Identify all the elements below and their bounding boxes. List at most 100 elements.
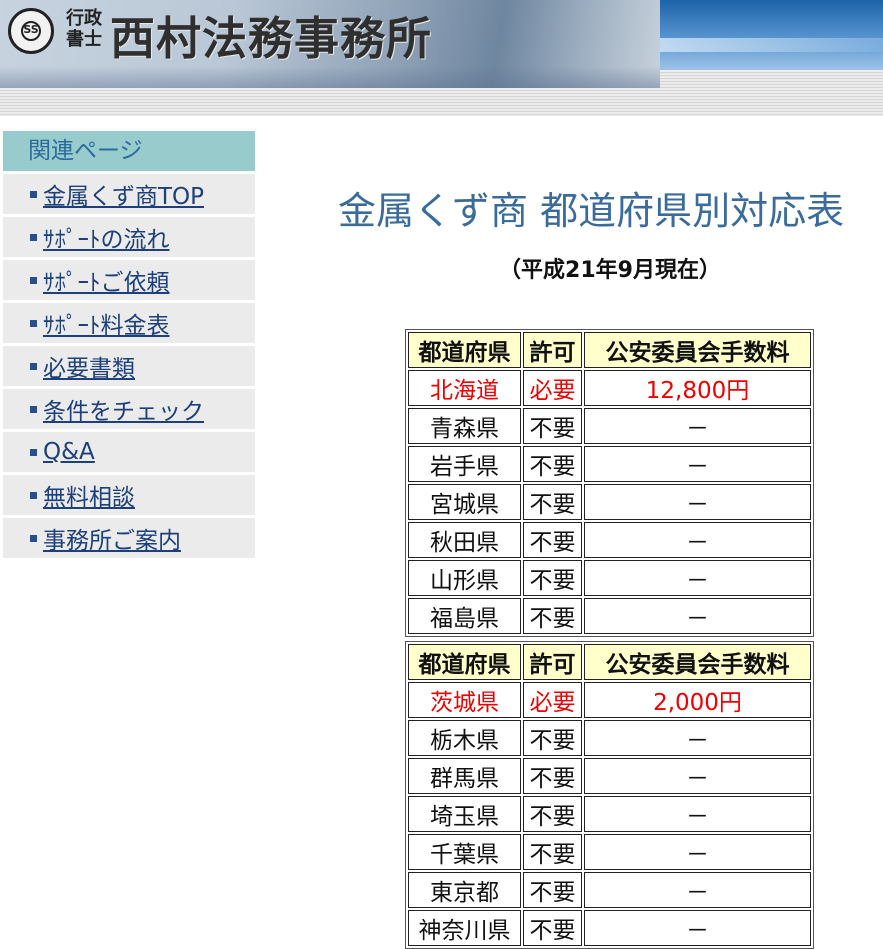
cell-permit: 不要 [523, 598, 582, 634]
table-header-row: 都道府県 許可 公安委員会手数料 [408, 332, 811, 368]
square-bullet-icon [30, 448, 37, 456]
table-header-row: 都道府県 許可 公安委員会手数料 [408, 644, 811, 680]
table-row: 神奈川県 不要 － [408, 910, 811, 946]
cell-fee: － [584, 796, 811, 832]
cell-prefecture: 宮城県 [408, 484, 521, 520]
as-of-date: （平成21年9月現在） [499, 258, 721, 283]
table-row: 千葉県 不要 － [408, 834, 811, 870]
cell-permit: 不要 [523, 720, 582, 756]
cell-prefecture: 秋田県 [408, 522, 521, 558]
table-row: 岩手県 不要 － [408, 446, 811, 482]
sidebar-item-support-fees[interactable]: ｻﾎﾟｰﾄ料金表 [3, 303, 255, 343]
header-banner: SS 行政 書士 西村法務事務所 [0, 0, 660, 88]
sidebar-link-required-documents[interactable]: 必要書類 [43, 349, 135, 383]
cell-fee: － [584, 910, 811, 946]
gyoseishoshi-label: 行政 書士 [66, 8, 102, 50]
cell-prefecture: 福島県 [408, 598, 521, 634]
cell-permit: 不要 [523, 408, 582, 444]
cell-prefecture: 栃木県 [408, 720, 521, 756]
cell-permit: 不要 [523, 758, 582, 794]
table-row: 青森県 不要 － [408, 408, 811, 444]
sidebar-item-support-request[interactable]: ｻﾎﾟｰﾄご依頼 [3, 260, 255, 300]
cell-prefecture: 茨城県 [408, 682, 521, 718]
cell-prefecture: 岩手県 [408, 446, 521, 482]
site-header: SS 行政 書士 西村法務事務所 [0, 0, 883, 116]
cell-permit: 不要 [523, 522, 582, 558]
sidebar-link-faq[interactable]: Q&A [43, 439, 95, 465]
seal-text: SS [23, 23, 39, 36]
cell-permit: 不要 [523, 872, 582, 908]
table-row: 秋田県 不要 － [408, 522, 811, 558]
cell-permit: 不要 [523, 910, 582, 946]
sidebar-item-metal-top[interactable]: 金属くず商TOP [3, 174, 255, 214]
square-bullet-icon [30, 319, 37, 327]
table-row: 福島県 不要 － [408, 598, 811, 634]
sidebar-nav: 関連ページ 金属くず商TOP ｻﾎﾟｰﾄの流れ ｻﾎﾟｰﾄご依頼 ｻﾎﾟｰﾄ料金… [3, 131, 255, 561]
sidebar-item-free-consultation[interactable]: 無料相談 [3, 475, 255, 515]
square-bullet-icon [30, 362, 37, 370]
cell-fee: － [584, 872, 811, 908]
sidebar-link-check-conditions[interactable]: 条件をチェック [43, 392, 204, 426]
page-title: 金属くず商 都道府県別対応表 [338, 189, 845, 233]
sidebar-link-office-info[interactable]: 事務所ご案内 [43, 521, 181, 555]
cell-prefecture: 群馬県 [408, 758, 521, 794]
prefecture-table-hokkaido-tohoku: 都道府県 許可 公安委員会手数料 北海道 必要 12,800円 青森県 不要 －… [405, 329, 814, 637]
cell-prefecture: 山形県 [408, 560, 521, 596]
cell-prefecture: 千葉県 [408, 834, 521, 870]
cell-fee: 12,800円 [584, 370, 811, 406]
table-row: 茨城県 必要 2,000円 [408, 682, 811, 718]
office-name: 西村法務事務所 [110, 12, 433, 65]
sidebar-item-support-flow[interactable]: ｻﾎﾟｰﾄの流れ [3, 217, 255, 257]
cell-fee: － [584, 720, 811, 756]
square-bullet-icon [30, 233, 37, 241]
square-bullet-icon [30, 491, 37, 499]
gyoseishoshi-seal-icon: SS [8, 8, 54, 54]
cell-fee: － [584, 560, 811, 596]
square-bullet-icon [30, 405, 37, 413]
sidebar-item-office-info[interactable]: 事務所ご案内 [3, 518, 255, 558]
header-decoration [660, 0, 883, 70]
header-cell-prefecture: 都道府県 [408, 644, 521, 680]
prefecture-table-kanto: 都道府県 許可 公安委員会手数料 茨城県 必要 2,000円 栃木県 不要 － … [405, 641, 814, 949]
cell-fee: － [584, 758, 811, 794]
header-cell-fee: 公安委員会手数料 [584, 332, 811, 368]
cell-fee: － [584, 484, 811, 520]
table-row: 北海道 必要 12,800円 [408, 370, 811, 406]
table-row: 東京都 不要 － [408, 872, 811, 908]
cell-permit: 不要 [523, 484, 582, 520]
header-cell-permit: 許可 [523, 332, 582, 368]
table-row: 栃木県 不要 － [408, 720, 811, 756]
header-cell-prefecture: 都道府県 [408, 332, 521, 368]
header-cell-fee: 公安委員会手数料 [584, 644, 811, 680]
cell-permit: 不要 [523, 834, 582, 870]
cell-fee: － [584, 408, 811, 444]
cell-fee: － [584, 522, 811, 558]
header-decoration-band [660, 38, 883, 52]
square-bullet-icon [30, 276, 37, 284]
sidebar-heading: 関連ページ [3, 131, 255, 171]
cell-permit: 必要 [523, 370, 582, 406]
sidebar-item-check-conditions[interactable]: 条件をチェック [3, 389, 255, 429]
square-bullet-icon [30, 190, 37, 198]
header-cell-permit: 許可 [523, 644, 582, 680]
sidebar-link-support-request[interactable]: ｻﾎﾟｰﾄご依頼 [43, 263, 170, 297]
sidebar-item-faq[interactable]: Q&A [3, 432, 255, 472]
table-row: 群馬県 不要 － [408, 758, 811, 794]
cell-prefecture: 北海道 [408, 370, 521, 406]
sidebar-link-support-flow[interactable]: ｻﾎﾟｰﾄの流れ [43, 220, 170, 254]
square-bullet-icon [30, 534, 37, 542]
cell-prefecture: 埼玉県 [408, 796, 521, 832]
table-row: 宮城県 不要 － [408, 484, 811, 520]
sidebar-link-support-fees[interactable]: ｻﾎﾟｰﾄ料金表 [43, 306, 170, 340]
cell-prefecture: 神奈川県 [408, 910, 521, 946]
cell-fee: 2,000円 [584, 682, 811, 718]
sidebar-link-metal-top[interactable]: 金属くず商TOP [43, 177, 204, 211]
cell-permit: 必要 [523, 682, 582, 718]
cell-permit: 不要 [523, 446, 582, 482]
cell-fee: － [584, 598, 811, 634]
table-row: 埼玉県 不要 － [408, 796, 811, 832]
sidebar-link-free-consultation[interactable]: 無料相談 [43, 478, 135, 512]
cell-fee: － [584, 446, 811, 482]
sidebar-item-required-documents[interactable]: 必要書類 [3, 346, 255, 386]
cell-permit: 不要 [523, 796, 582, 832]
